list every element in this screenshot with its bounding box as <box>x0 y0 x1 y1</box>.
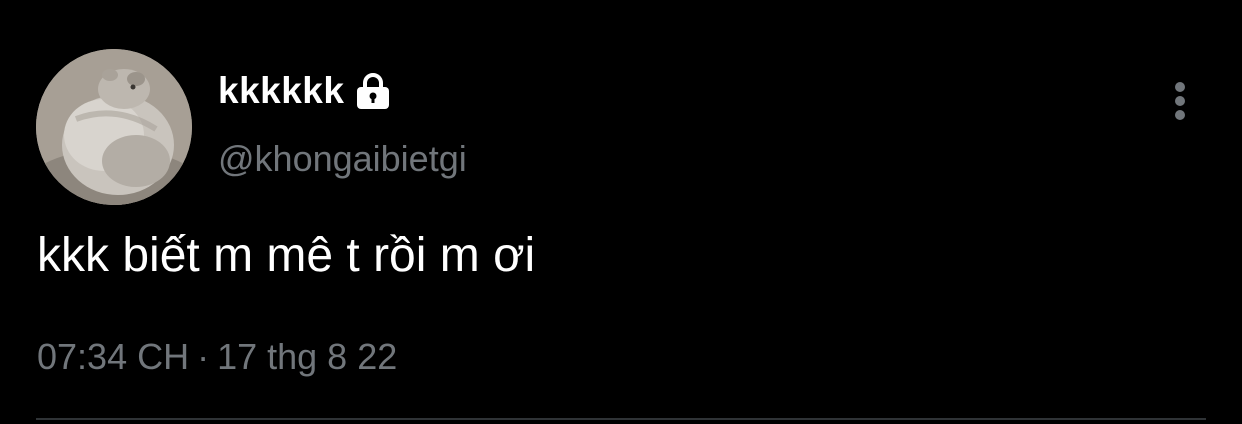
tweet: kkkkkk @khongaibietgi kkk biết m mê t rồ… <box>0 0 1242 424</box>
tweet-date: 17 thg 8 22 <box>217 336 398 377</box>
divider <box>36 418 1206 420</box>
author-name-row: kkkkkk <box>218 66 394 116</box>
lock-icon <box>352 70 394 112</box>
tweet-time: 07:34 CH <box>37 336 190 377</box>
meta-separator: · <box>197 336 210 377</box>
avatar[interactable] <box>36 49 192 205</box>
author-handle[interactable]: @khongaibietgi <box>218 138 467 180</box>
hamster-avatar-icon <box>36 49 192 205</box>
tweet-timestamp[interactable]: 07:34 CH · 17 thg 8 22 <box>37 336 397 378</box>
display-name[interactable]: kkkkkk <box>218 70 344 112</box>
more-vertical-icon[interactable] <box>1166 80 1194 122</box>
tweet-text: kkk biết m mê t rồi m ơi <box>37 229 536 282</box>
